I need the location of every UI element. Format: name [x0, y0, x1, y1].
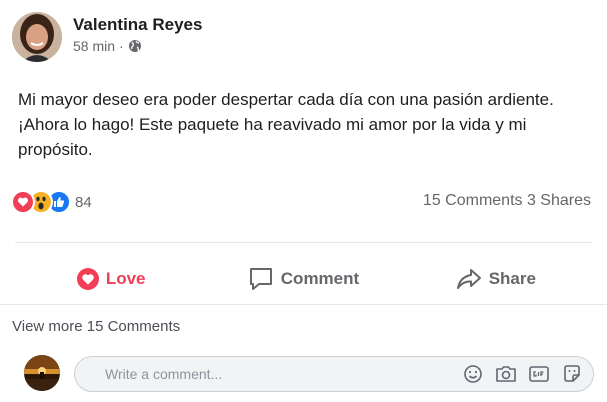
share-label: Share: [488, 269, 536, 288]
post-actions: Love Comment Share: [15, 259, 592, 299]
comment-composer: [24, 355, 60, 391]
comment-input[interactable]: [105, 366, 451, 382]
post-meta: 58 min ·: [73, 38, 202, 54]
meta-separator: ·: [119, 38, 124, 54]
author-avatar[interactable]: [12, 12, 62, 62]
gif-icon[interactable]: [528, 363, 550, 385]
comment-icon: [249, 268, 272, 290]
globe-icon[interactable]: [128, 39, 142, 53]
reactions-summary[interactable]: 84: [11, 190, 92, 214]
comment-button[interactable]: Comment: [207, 259, 399, 299]
sticker-icon[interactable]: [561, 363, 583, 385]
comment-label: Comment: [280, 269, 360, 288]
divider: [0, 304, 607, 305]
love-reaction-icon: [11, 190, 35, 214]
love-label: Love: [105, 269, 146, 288]
camera-icon[interactable]: [495, 363, 517, 385]
comment-input-box: [74, 356, 594, 392]
author-name[interactable]: Valentina Reyes: [73, 15, 202, 35]
heart-icon: [76, 268, 99, 290]
comments-shares-count[interactable]: 15 Comments 3 Shares: [423, 192, 591, 210]
commenter-avatar[interactable]: [24, 355, 60, 391]
comment-input-icons: [451, 363, 583, 385]
share-icon: [456, 269, 481, 289]
post-time[interactable]: 58 min: [73, 38, 115, 54]
emoji-icon[interactable]: [462, 363, 484, 385]
post-text: Mi mayor deseo era poder despertar cada …: [18, 90, 554, 159]
divider: [15, 242, 592, 243]
share-button[interactable]: Share: [400, 259, 592, 299]
view-more-comments-link[interactable]: View more 15 Comments: [12, 318, 180, 335]
love-button[interactable]: Love: [15, 259, 207, 299]
post-header: Valentina Reyes 58 min ·: [12, 12, 202, 62]
reaction-count: 84: [75, 193, 92, 211]
